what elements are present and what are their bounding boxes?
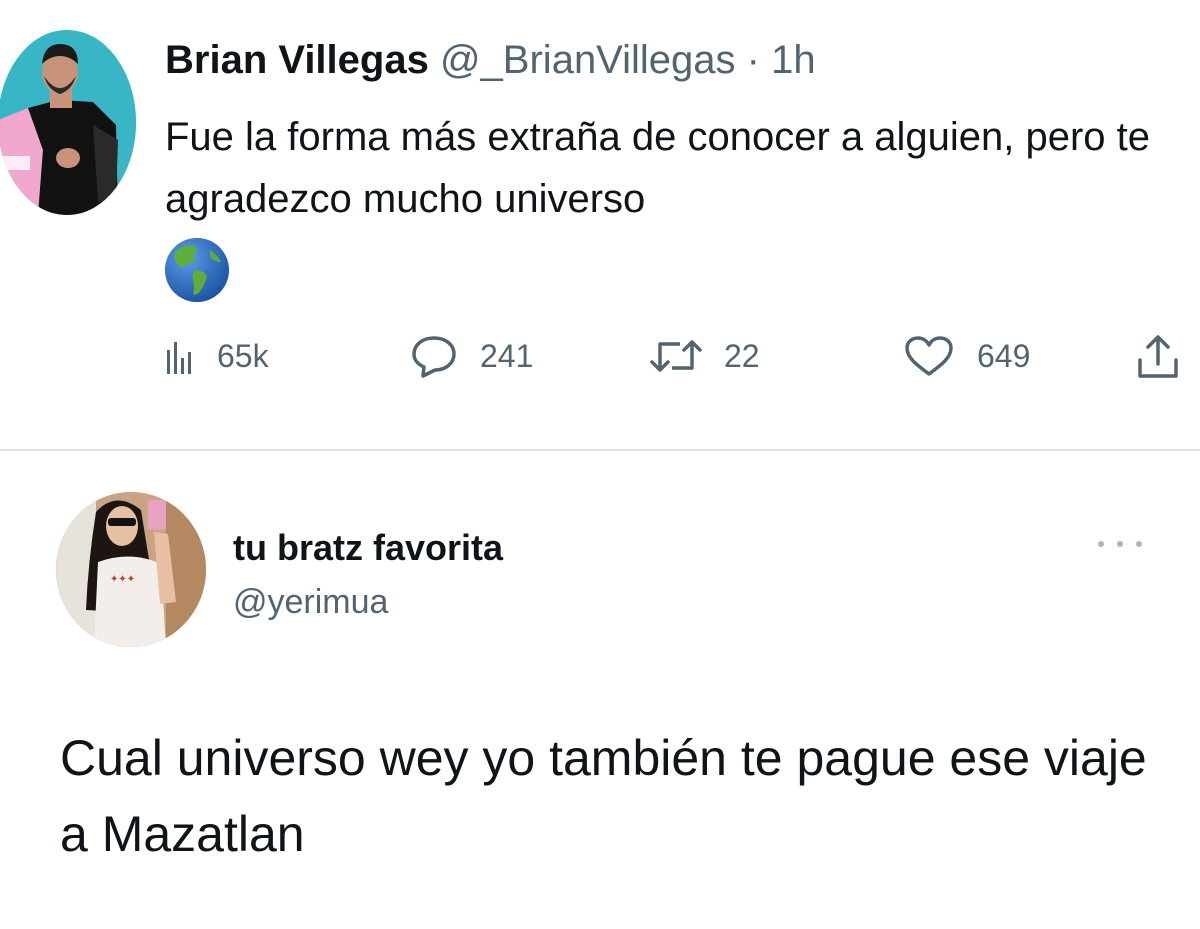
views-stat[interactable]: 65k xyxy=(165,326,269,386)
share-icon xyxy=(1138,335,1178,378)
reply-text: Cual universo wey yo también te pague es… xyxy=(60,730,1147,862)
tweet-text: Fue la forma más extraña de conocer a al… xyxy=(165,115,1150,221)
author-name[interactable]: tu bratz favorita xyxy=(233,527,503,569)
tweet-time[interactable]: 1h xyxy=(771,38,816,82)
author-name[interactable]: Brian Villegas xyxy=(165,38,429,82)
tweet-header: Brian Villegas @_BrianVillegas · 1h xyxy=(165,36,816,84)
avatar-photo: ✦✦✦ xyxy=(56,492,206,647)
tweet-actions: 65k 241 22 649 xyxy=(165,326,1200,386)
reply-count: 241 xyxy=(480,337,534,374)
more-dot xyxy=(1136,541,1142,547)
views-chart-icon xyxy=(167,342,191,374)
more-options-icon[interactable] xyxy=(1098,534,1142,554)
retweet-count: 22 xyxy=(724,337,760,374)
svg-text:✦✦✦: ✦✦✦ xyxy=(110,574,135,585)
avatar[interactable]: ✦✦✦ xyxy=(56,492,206,647)
heart-icon xyxy=(905,336,953,376)
author-handle[interactable]: @_BrianVillegas xyxy=(440,38,736,82)
main-tweet: Brian Villegas @_BrianVillegas · 1h Fue … xyxy=(0,0,1200,450)
avatar-photo xyxy=(0,30,136,215)
separator-dot: · xyxy=(746,38,760,82)
divider xyxy=(0,449,1200,451)
avatar[interactable] xyxy=(0,30,136,215)
retweet-icon xyxy=(650,340,702,372)
author-handle[interactable]: @yerimua xyxy=(233,583,388,622)
reply-button[interactable]: 241 xyxy=(410,326,533,386)
share-button[interactable] xyxy=(1135,326,1181,386)
reply-icon xyxy=(412,336,456,378)
like-count: 649 xyxy=(977,337,1031,374)
retweet-button[interactable]: 22 xyxy=(650,326,760,386)
like-button[interactable]: 649 xyxy=(903,326,1030,386)
globe-americas-icon xyxy=(165,238,229,302)
more-dot xyxy=(1117,541,1123,547)
more-dot xyxy=(1098,541,1104,547)
views-count: 65k xyxy=(217,337,269,374)
